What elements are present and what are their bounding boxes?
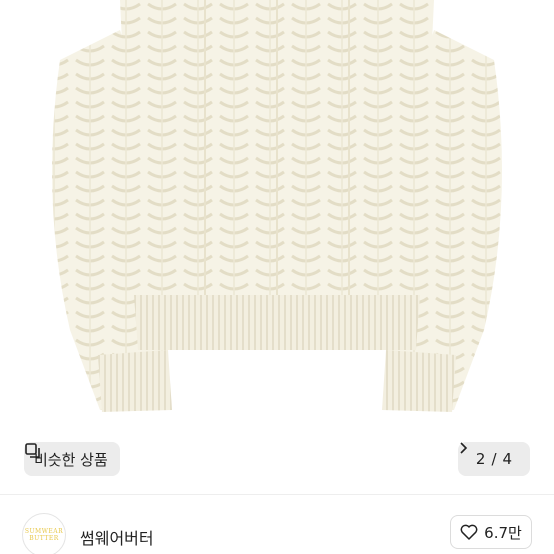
heart-icon <box>460 524 478 540</box>
chevron-right-icon <box>460 442 468 454</box>
page-separator: / <box>491 450 497 468</box>
like-count: 6.7만 <box>484 523 522 542</box>
like-button[interactable]: 6.7만 <box>450 515 532 549</box>
similar-items-button[interactable]: 비슷한 상품 <box>24 442 120 476</box>
product-image[interactable]: 비슷한 상품 2 / 4 <box>0 0 554 494</box>
current-page: 2 <box>475 450 486 468</box>
shop-info-row[interactable]: SUMWEAR BUTTER 썸웨어버터 6.7만 <box>0 495 554 554</box>
similar-items-icon <box>25 443 40 458</box>
shop-name[interactable]: 썸웨어버터 <box>80 525 154 549</box>
image-pager[interactable]: 2 / 4 <box>458 442 530 476</box>
total-pages: 4 <box>502 450 513 468</box>
shop-logo-text: SUMWEAR BUTTER <box>24 528 64 542</box>
similar-items-label: 비슷한 상품 <box>34 450 108 469</box>
shop-avatar[interactable]: SUMWEAR BUTTER <box>22 513 66 554</box>
sweater-illustration <box>52 0 502 412</box>
